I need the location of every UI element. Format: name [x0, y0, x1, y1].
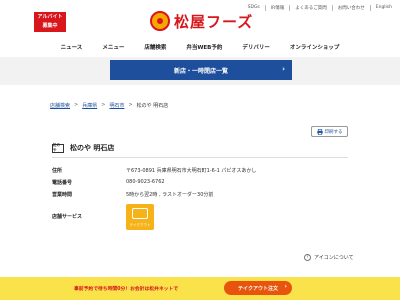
hours-label: 営業時間 [52, 191, 73, 198]
takeout-service-icon: テイクアウト [126, 204, 154, 230]
logo-mark-icon [150, 11, 170, 31]
store-closure-list-button[interactable]: 新店・一時閉店一覧 › [110, 60, 292, 80]
breadcrumb-link-hyogo[interactable]: 兵庫県 [82, 102, 97, 109]
nav-item-news[interactable]: ニュース [51, 40, 93, 54]
job-recruitment-badge[interactable]: アルバイト 募集中 [34, 12, 66, 32]
takeout-button-label: テイクアウト注文 [238, 285, 278, 292]
info-row-address: 住所 〒673-0891 兵庫県明石市大明石町1-6-1 パピオスあかし [52, 164, 348, 176]
nav-item-menu[interactable]: メニュー [92, 40, 134, 54]
site-logo[interactable]: 松屋フーズ [150, 10, 253, 32]
icon-legend-link[interactable]: ? アイコンについて [304, 254, 354, 261]
phone-label: 電話番号 [52, 179, 73, 186]
breadcrumb-separator: > [101, 102, 106, 108]
question-circle-icon: ? [304, 254, 311, 261]
utility-link-contact[interactable]: お問い合わせ [331, 5, 365, 11]
info-row-services: 店舗サービス [52, 210, 348, 222]
utility-link-ir[interactable]: IR情報 [264, 5, 284, 11]
services-label: 店舗サービス [52, 213, 83, 220]
divider [52, 157, 348, 158]
utility-links: SDGs IR情報 よくあるご質問 お問い合わせ English [248, 5, 392, 11]
utility-link-faq[interactable]: よくあるご質問 [289, 5, 327, 11]
phone-value[interactable]: 080-9023-6762 [126, 179, 165, 185]
brand-badge-icon: 松のや [52, 143, 64, 153]
address-value: 〒673-0891 兵庫県明石市大明石町1-6-1 パピオスあかし [126, 167, 257, 174]
chevron-right-icon: › [282, 65, 285, 73]
nav-item-bento-reservation[interactable]: 弁当WEB予約 [176, 40, 232, 54]
logo-text: 松屋フーズ [174, 12, 254, 31]
print-button[interactable]: 印刷する [311, 126, 348, 137]
nav-item-delivery[interactable]: デリバリー [232, 40, 280, 54]
breadcrumb-link-akashi[interactable]: 明石市 [109, 102, 124, 109]
breadcrumb-current: 松のや 明石店 [136, 103, 169, 109]
nav-item-store-search[interactable]: 店舗検索 [134, 40, 176, 54]
breadcrumb: 店舗検索 > 兵庫県 > 明石市 > 松のや 明石店 [50, 102, 168, 109]
footer-promo-banner: 事前予約で待ち時間0分！お会計は松弁ネットで テイクアウト注文 › [0, 277, 400, 300]
bag-icon [132, 208, 148, 219]
closure-banner-area: 新店・一時閉店一覧 › [0, 57, 400, 85]
chevron-right-icon: › [284, 283, 287, 290]
closure-button-label: 新店・一時閉店一覧 [173, 67, 228, 75]
breadcrumb-separator: > [74, 102, 79, 108]
breadcrumb-link-store-search[interactable]: 店舗検索 [50, 102, 70, 109]
print-icon [316, 128, 323, 135]
store-name: 松のや 明石店 [70, 144, 115, 152]
info-row-hours: 営業時間 5時から翌2時 , ラストオーダー30分前 [52, 188, 348, 200]
print-button-label: 印刷する [324, 129, 343, 135]
footer-promo-text: 事前予約で待ち時間0分！お会計は松弁ネットで [74, 287, 179, 292]
takeout-order-button[interactable]: テイクアウト注文 › [224, 281, 292, 295]
icon-legend-label: アイコンについて [314, 255, 354, 261]
service-caption: テイクアウト [129, 223, 151, 227]
address-label: 住所 [52, 167, 63, 174]
hours-value: 5時から翌2時 , ラストオーダー30分前 [126, 191, 214, 198]
utility-link-sdgs[interactable]: SDGs [248, 5, 260, 11]
nav-item-online-shop[interactable]: オンラインショップ [280, 40, 350, 54]
site-header: アルバイト 募集中 松屋フーズ SDGs IR情報 よくあるご質問 お問い合わせ… [0, 0, 400, 38]
breadcrumb-separator: > [128, 102, 133, 108]
info-row-phone: 電話番号 080-9023-6762 [52, 176, 348, 188]
store-title: 松のや 松のや 明石店 [52, 141, 348, 155]
utility-link-english[interactable]: English [369, 5, 392, 11]
global-nav: ニュース メニュー 店舗検索 弁当WEB予約 デリバリー オンラインショップ [0, 40, 400, 54]
